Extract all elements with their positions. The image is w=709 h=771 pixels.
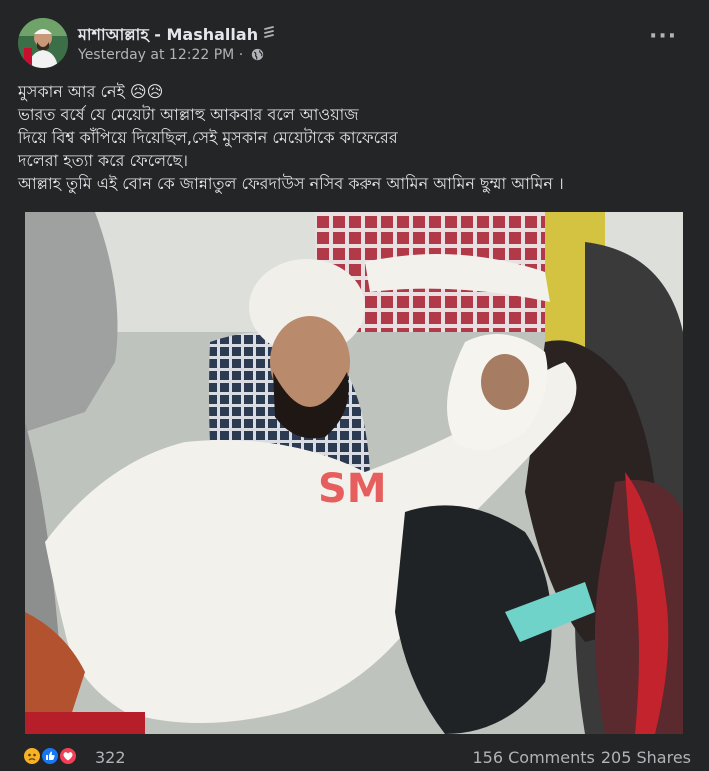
engagement-counts: 156 Comments 205 Shares (467, 748, 692, 767)
post-body-text: মুসকান আর নেই 😥😥 ভারত বর্ষে যে মেয়েটা আ… (18, 80, 691, 195)
post-header: মাশাআল্লাহ - Mashallah Yesterday at 12:2… (18, 18, 691, 70)
post-text-line: দলেরা হত্যা করে ফেলেছে। (18, 151, 188, 170)
like-reaction-icon (40, 746, 60, 766)
comments-count[interactable]: 156 Comments (473, 748, 595, 767)
shares-count[interactable]: 205 Shares (601, 748, 691, 767)
post-photo[interactable]: SM (25, 212, 683, 734)
love-reaction-icon (58, 746, 78, 766)
post-footer: 322 156 Comments 205 Shares (18, 744, 691, 768)
post-timestamp[interactable]: Yesterday at 12:22 PM (78, 47, 234, 63)
reaction-count[interactable]: 322 (95, 748, 126, 767)
post-meta: Yesterday at 12:22 PM · (78, 47, 264, 63)
page-name[interactable]: মাশাআল্লাহ - Mashallah (78, 22, 276, 49)
meta-separator: · (238, 47, 244, 63)
post-text-line: আল্লাহ তুমি এই বোন কে জান্নাতুল ফেরদাউস … (18, 174, 564, 193)
post-card: মাশাআল্লাহ - Mashallah Yesterday at 12:2… (0, 0, 709, 771)
verified-badge-icon (262, 26, 276, 44)
photo-illustration: SM (25, 212, 683, 734)
photo-watermark: SM (318, 466, 387, 512)
page-avatar[interactable] (18, 18, 68, 68)
sad-reaction-icon (22, 746, 42, 766)
globe-icon[interactable] (251, 48, 264, 61)
post-text-line: ভারত বর্ষে যে মেয়েটা আল্লাহু আকবার বলে … (18, 105, 359, 124)
post-text-line: মুসকান আর নেই 😥😥 (18, 82, 164, 101)
more-options-icon[interactable]: ··· (649, 26, 677, 50)
page-name-text[interactable]: মাশাআল্লাহ - Mashallah (78, 25, 258, 44)
post-text-line: দিয়ে বিশ্ব কাঁপিয়ে দিয়েছিল,সেই মুসকান… (18, 128, 398, 147)
